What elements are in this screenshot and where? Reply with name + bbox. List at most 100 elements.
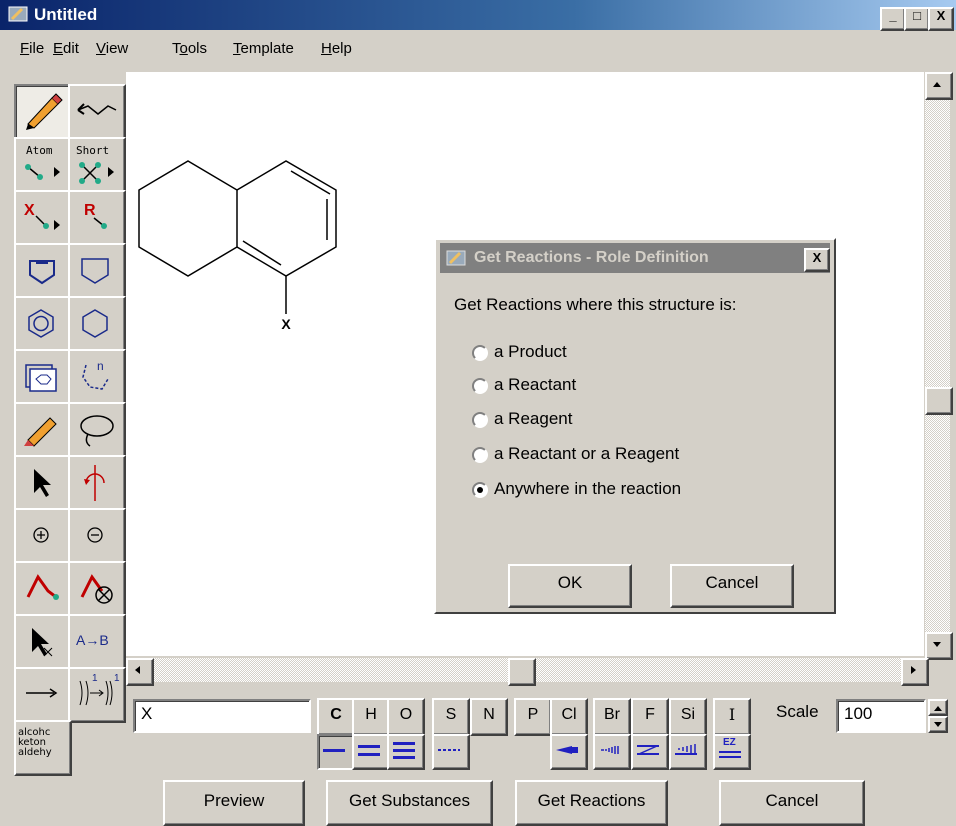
bond-delete-tool[interactable] (68, 561, 126, 617)
arrow-left-icon (135, 666, 140, 674)
bond-attach-tool[interactable] (14, 561, 72, 617)
radio-reactant-or-reagent-label: a Reactant or a Reagent (494, 444, 680, 463)
radio-anywhere-indicator[interactable] (472, 482, 488, 498)
element-si-button[interactable]: Si (669, 698, 707, 736)
any-bond-button[interactable] (432, 734, 470, 770)
atom-bond-icon (25, 164, 60, 180)
atom-mapping-tool[interactable]: 1 1 (68, 667, 126, 723)
scroll-left-button[interactable] (126, 658, 154, 686)
radio-reagent-label: a Reagent (494, 409, 573, 428)
wedge-bond-button[interactable] (550, 734, 588, 770)
scale-increment-button[interactable] (928, 699, 948, 716)
scroll-right-button[interactable] (901, 658, 929, 686)
menu-help[interactable]: Help (321, 40, 352, 57)
radio-reactant-or-reagent-indicator[interactable] (472, 447, 488, 463)
pentagon-tool[interactable] (68, 243, 126, 299)
menu-edit[interactable]: Edit (53, 40, 79, 57)
scroll-up-button[interactable] (925, 72, 953, 100)
menu-view[interactable]: View (96, 40, 128, 57)
maximize-button[interactable]: □ (904, 7, 930, 31)
menu-file[interactable]: File (20, 40, 44, 57)
double-bond-button[interactable] (352, 734, 390, 770)
element-cl-button[interactable]: Cl (550, 698, 588, 736)
menu-tools-label: ols (187, 40, 208, 57)
select-arrow-tool[interactable] (14, 455, 72, 511)
atom-tool[interactable]: Atom (14, 137, 72, 193)
lasso-icon (80, 415, 114, 447)
preview-button[interactable]: Preview (163, 780, 305, 826)
radio-reactant-indicator[interactable] (472, 378, 488, 394)
reaction-ab-tool[interactable]: A→B (68, 614, 126, 670)
radio-anywhere-label: Anywhere in the reaction (494, 479, 682, 498)
radio-reactant-label: a Reactant (494, 375, 577, 394)
ring-size-n-tool[interactable]: n (68, 349, 126, 405)
pencil-tool[interactable] (14, 84, 72, 140)
hash-bond-button[interactable] (593, 734, 631, 770)
element-o-button[interactable]: O (387, 698, 425, 736)
chain-tool[interactable] (68, 84, 126, 140)
scroll-down-button[interactable] (925, 632, 953, 660)
ok-button[interactable]: OK (508, 564, 632, 608)
minimize-button[interactable]: _ (880, 7, 906, 31)
cyclopentane-template-tool[interactable] (14, 243, 72, 299)
reaction-arrow-tool[interactable] (14, 667, 72, 723)
hexagon-icon (82, 309, 108, 338)
either-double-bond-button[interactable] (631, 734, 669, 770)
horizontal-scroll-thumb[interactable] (508, 658, 536, 686)
element-p-button[interactable]: P (514, 698, 552, 736)
template-window-icon (25, 364, 57, 392)
hexagon-tool[interactable] (68, 296, 126, 352)
triple-bond-icon (393, 742, 415, 759)
either-stereo-bond-button[interactable] (669, 734, 707, 770)
menu-template[interactable]: Template (233, 40, 294, 57)
radio-product-indicator[interactable] (472, 345, 488, 361)
scale-down-arrow-icon (934, 722, 942, 727)
element-h-button[interactable]: H (352, 698, 390, 736)
element-n-button[interactable]: N (470, 698, 508, 736)
r-group-tool[interactable]: R (68, 190, 126, 246)
template-window-tool[interactable] (14, 349, 72, 405)
radio-reagent-indicator[interactable] (472, 412, 488, 428)
element-c-button[interactable]: C (317, 698, 355, 736)
dialog-close-button[interactable]: X (804, 248, 830, 272)
lasso-tool[interactable] (68, 402, 126, 458)
get-substances-button[interactable]: Get Substances (326, 780, 493, 826)
scale-input[interactable]: 100 (836, 699, 926, 733)
element-i-button[interactable]: I (713, 698, 751, 736)
cancel-button[interactable]: Cancel (719, 780, 865, 826)
horizontal-scrollbar[interactable] (126, 658, 929, 686)
triple-bond-button[interactable] (387, 734, 425, 770)
shortcut-tool[interactable]: Short (68, 137, 126, 193)
zoom-in-tool[interactable] (14, 508, 72, 564)
ez-bond-button[interactable]: EZ (713, 734, 751, 770)
bond-attach-icon (26, 574, 59, 600)
menu-tools[interactable]: Tools (172, 40, 207, 57)
eraser-icon (24, 417, 57, 447)
wedge-bond-icon (556, 746, 578, 754)
app-icon (8, 6, 28, 22)
benzene-tool[interactable] (14, 296, 72, 352)
dialog-prompt: Get Reactions where this structure is: (454, 295, 737, 314)
vertical-scrollbar[interactable] (925, 72, 953, 660)
select-pointer-tool[interactable] (14, 614, 72, 670)
abbreviation-tool[interactable]: alcohc keton aldehy (14, 720, 72, 776)
menu-edit-label: dit (63, 40, 79, 57)
single-bond-button[interactable] (317, 734, 355, 770)
element-s-button[interactable]: S (432, 698, 470, 736)
get-reactions-button[interactable]: Get Reactions (515, 780, 668, 826)
menu-help-label: elp (331, 40, 352, 57)
rotate-tool[interactable] (68, 455, 126, 511)
dialog-cancel-button[interactable]: Cancel (670, 564, 794, 608)
ez-label: EZ (723, 737, 736, 748)
x-substituent-tool[interactable]: X (14, 190, 72, 246)
scale-decrement-button[interactable] (928, 716, 948, 733)
mapping-label-right: 1 (114, 673, 120, 684)
pencil-icon (26, 93, 63, 130)
element-f-button[interactable]: F (631, 698, 669, 736)
vertical-scroll-thumb[interactable] (925, 387, 953, 415)
zoom-out-tool[interactable] (68, 508, 126, 564)
close-button[interactable]: X (928, 7, 954, 31)
element-br-button[interactable]: Br (593, 698, 631, 736)
eraser-tool[interactable] (14, 402, 72, 458)
atom-text-input[interactable]: X (133, 699, 311, 733)
